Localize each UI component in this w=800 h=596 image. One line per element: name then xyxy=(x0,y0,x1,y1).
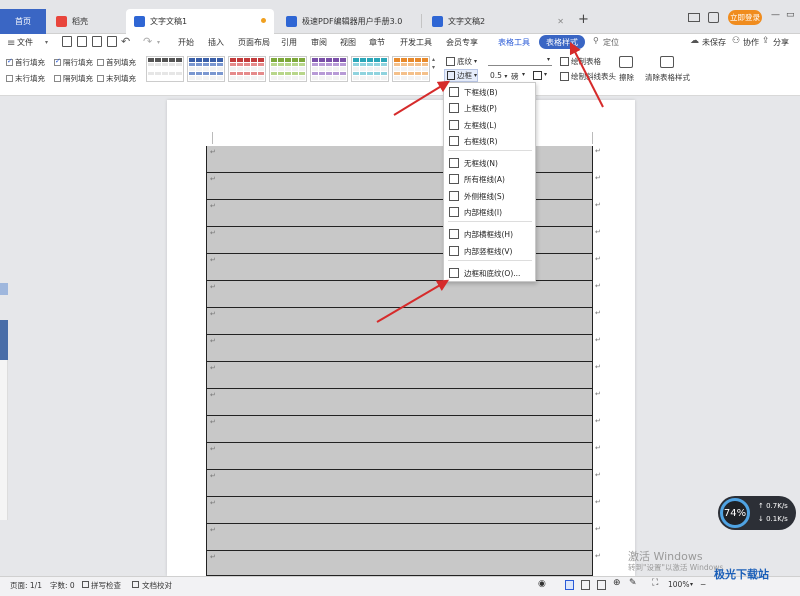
outline-view-icon[interactable] xyxy=(581,580,590,590)
upload-speed: ↑ 0.7K/s xyxy=(758,502,788,510)
spell-check-icon xyxy=(82,581,89,588)
eye-protection-icon[interactable]: ◉ xyxy=(538,579,546,589)
red-arrow xyxy=(376,279,450,323)
zoom-level[interactable]: 100% xyxy=(668,580,689,589)
network-speed-widget[interactable]: 74% ↑ 0.7K/s ↓ 0.1K/s xyxy=(718,496,796,530)
fit-page-icon[interactable]: ⛶ xyxy=(652,578,658,588)
download-speed-value: 0.1K/s xyxy=(766,515,788,523)
site-brand-watermark: 极光下载站 xyxy=(714,568,769,581)
annotation-arrows xyxy=(376,41,604,323)
page-view-icon[interactable] xyxy=(565,580,574,590)
red-arrow xyxy=(393,80,451,116)
chevron-down-icon: ▾ xyxy=(690,581,694,588)
upload-speed-value: 0.7K/s xyxy=(766,502,788,510)
spell-check-button[interactable]: 拼写检查 xyxy=(91,580,121,591)
windows-activation-hint: 转到"设置"以激活 Windows xyxy=(628,563,724,572)
word-count: 字数: 0 xyxy=(50,581,75,590)
cpu-usage-dial: 74% xyxy=(720,498,750,528)
page-count: 页面: 1/1 xyxy=(10,581,42,590)
status-bar: 页面: 1/1 字数: 0 拼写检查 文档校对 ◉ ⊕ ✎ ⛶ 100% ▾ − xyxy=(0,576,800,596)
cpu-usage-value: 74% xyxy=(723,507,747,519)
zoom-out-button[interactable]: − xyxy=(700,580,706,589)
red-arrow xyxy=(569,41,604,108)
reading-view-icon[interactable] xyxy=(597,580,606,590)
web-view-icon[interactable]: ⊕ xyxy=(613,578,621,588)
write-mode-icon[interactable]: ✎ xyxy=(629,578,637,588)
download-speed: ↓ 0.1K/s xyxy=(758,515,788,523)
proofread-icon xyxy=(132,581,139,588)
proofread-button[interactable]: 文档校对 xyxy=(142,580,172,591)
